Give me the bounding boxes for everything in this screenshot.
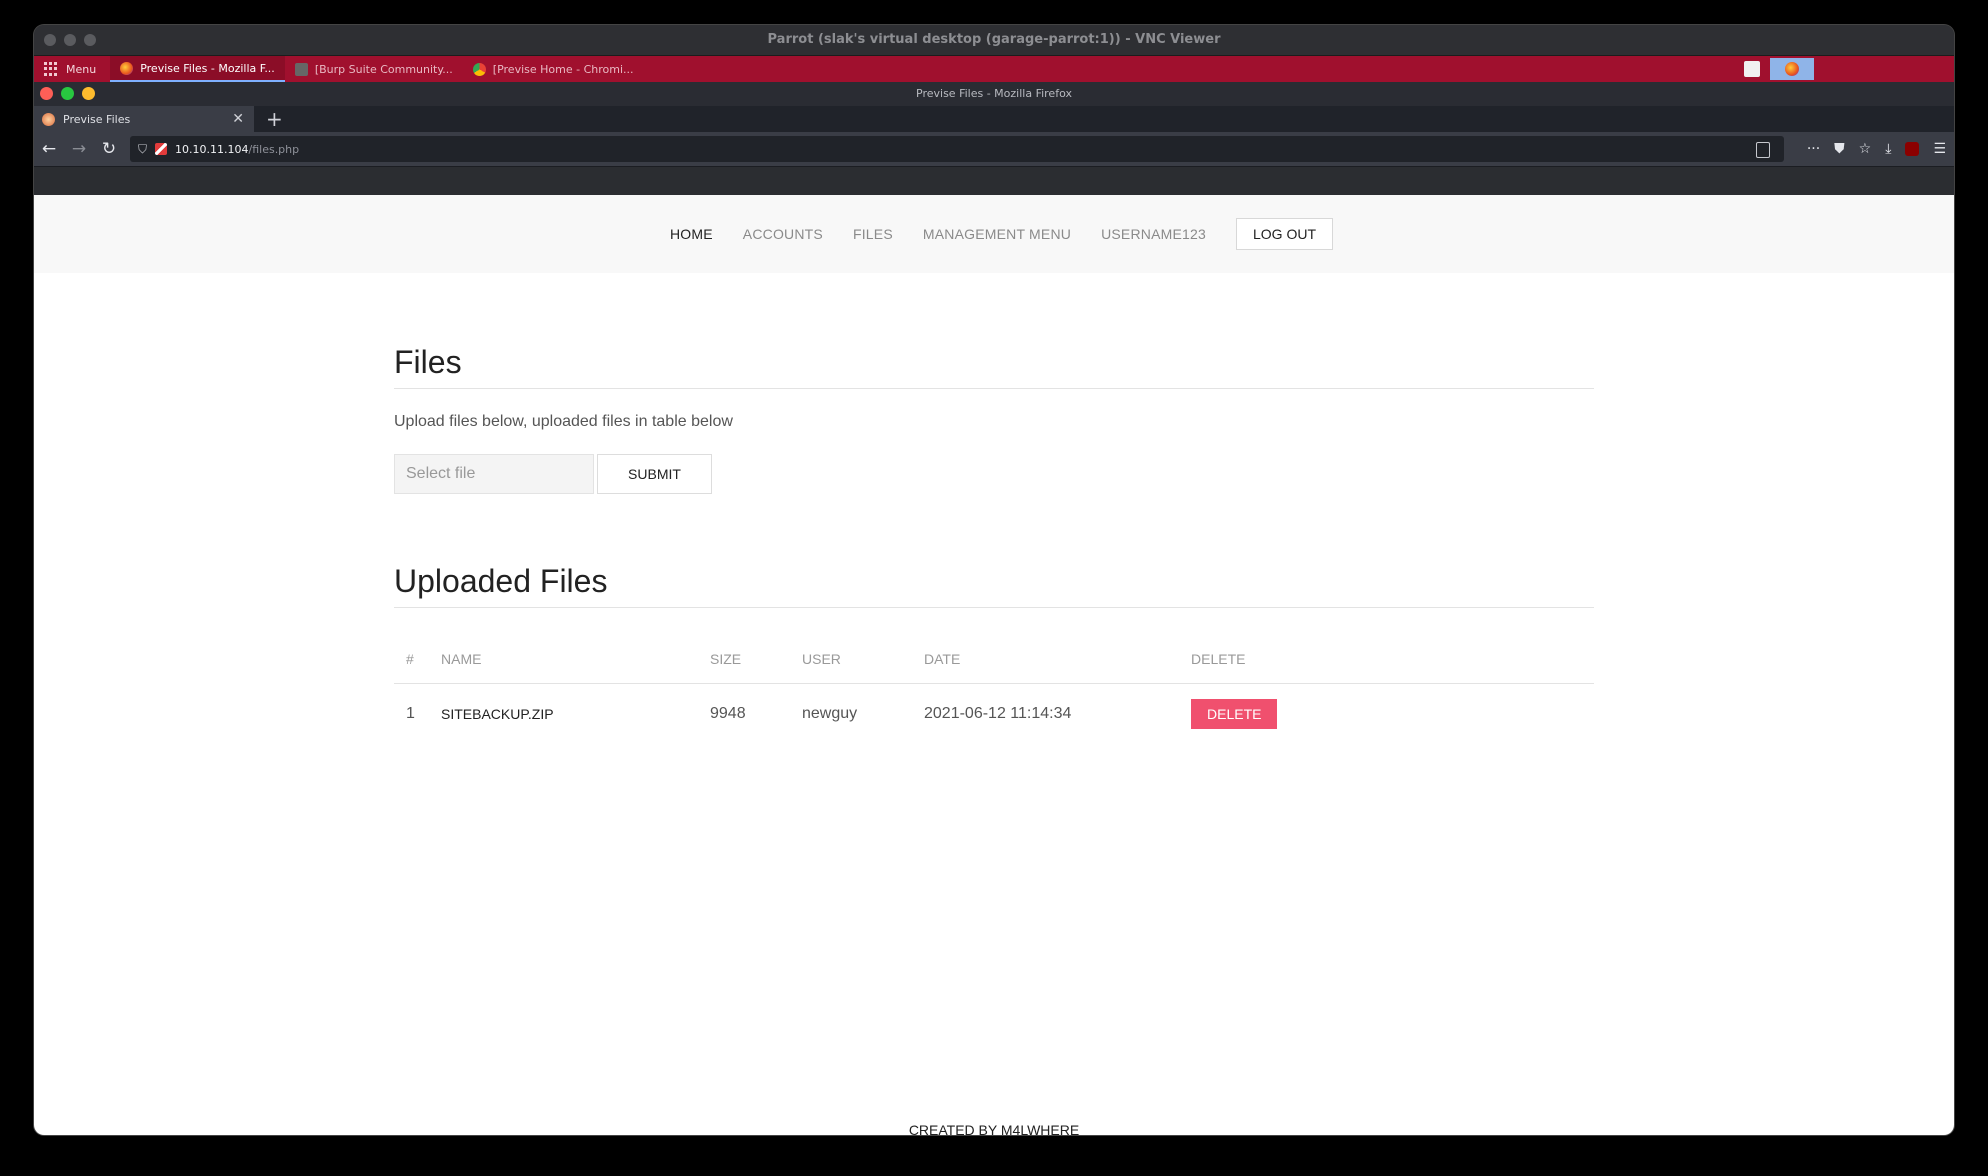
nav-accounts[interactable]: ACCOUNTS xyxy=(728,226,838,242)
burp-icon xyxy=(294,62,308,76)
parrot-taskbar: Menu Previse Files - Mozilla F... [Burp … xyxy=(34,56,1954,82)
system-tray xyxy=(1744,56,1814,82)
table-row: 1 SITEBACKUP.ZIP 9948 newguy 2021-06-12 … xyxy=(394,684,1594,745)
firefox-icon xyxy=(1785,62,1799,76)
tray-app-icon[interactable] xyxy=(1744,61,1760,77)
logout-button[interactable]: LOG OUT xyxy=(1235,218,1333,250)
shield-icon[interactable]: ⛉ xyxy=(138,142,147,157)
nav-home[interactable]: HOME xyxy=(655,226,728,242)
pocket-icon[interactable]: ⛊ xyxy=(1834,141,1845,157)
panel-menu-label: Menu xyxy=(66,62,97,76)
nav-username[interactable]: USERNAME123 xyxy=(1086,226,1221,242)
reload-icon[interactable]: ↻ xyxy=(94,139,124,159)
divider xyxy=(394,607,1594,608)
firefox-titlebar: Previse Files - Mozilla Firefox xyxy=(34,82,1954,106)
url-bar[interactable]: ⛉ 10.10.11.104/files.php xyxy=(130,136,1784,162)
apps-grid-icon xyxy=(44,62,58,76)
taskbar-item-burp[interactable]: [Burp Suite Community... xyxy=(285,56,463,82)
ublock-icon[interactable] xyxy=(1905,142,1920,156)
upload-description: Upload files below, uploaded files in ta… xyxy=(394,413,733,430)
more-actions-icon[interactable]: ··· xyxy=(1807,141,1820,157)
url-host: 10.10.11.104 xyxy=(175,142,249,156)
page-footer: CREATED BY M4LWHERE xyxy=(908,1122,1080,1135)
toolbar-actions: ··· ⛊ ☆ ⤓ ☰ xyxy=(1807,132,1946,166)
bookmark-star-icon[interactable]: ☆ xyxy=(1859,141,1872,157)
tray-firefox-button[interactable] xyxy=(1770,58,1814,80)
new-tab-button[interactable]: + xyxy=(254,106,295,132)
download-icon[interactable]: ⤓ xyxy=(1885,141,1891,157)
column-header-size: SIZE xyxy=(698,635,790,684)
submit-button[interactable]: SUBMIT xyxy=(597,454,712,494)
tab-previse-files[interactable]: Previse Files ✕ xyxy=(34,106,254,132)
web-page: HOME ACCOUNTS FILES MANAGEMENT MENU USER… xyxy=(34,195,1954,1135)
site-favicon-icon xyxy=(42,112,55,126)
taskbar-item-chromium[interactable]: [Previse Home - Chromi... xyxy=(463,56,644,82)
table-header-row: # NAME SIZE USER DATE DELETE xyxy=(394,635,1594,684)
reader-view-icon[interactable] xyxy=(1756,142,1770,158)
firefox-tab-bar: Previse Files ✕ + xyxy=(34,106,1954,132)
taskbar-item-label: [Previse Home - Chromi... xyxy=(492,62,634,76)
hamburger-menu-icon[interactable]: ☰ xyxy=(1933,141,1946,157)
nav-management-menu[interactable]: MANAGEMENT MENU xyxy=(908,226,1086,242)
column-header-number: # xyxy=(394,635,429,684)
file-select-input[interactable]: Select file xyxy=(394,454,594,494)
close-icon[interactable]: ✕ xyxy=(232,111,244,127)
file-number: 1 xyxy=(406,705,415,722)
uploaded-files-heading: Uploaded Files xyxy=(394,563,608,599)
file-name-link[interactable]: SITEBACKUP.ZIP xyxy=(429,684,698,745)
file-date: 2021-06-12 11:14:34 xyxy=(924,705,1072,722)
taskbar-item-firefox[interactable]: Previse Files - Mozilla F... xyxy=(110,56,285,82)
file-delete-cell: DELETE xyxy=(1179,684,1594,745)
forward-arrow-icon[interactable]: → xyxy=(64,139,94,159)
vnc-title: Parrot (slak's virtual desktop (garage-p… xyxy=(767,32,1221,47)
tab-title: Previse Files xyxy=(63,112,131,126)
column-header-name: NAME xyxy=(429,635,698,684)
file-size: 9948 xyxy=(710,705,746,722)
firefox-icon xyxy=(120,61,134,75)
panel-menu-button[interactable]: Menu xyxy=(34,56,110,82)
vnc-viewer-window: Parrot (slak's virtual desktop (garage-p… xyxy=(34,25,1954,1135)
firefox-window-title: Previse Files - Mozilla Firefox xyxy=(916,87,1072,100)
nav-files[interactable]: FILES xyxy=(838,226,908,242)
uploaded-files-table: # NAME SIZE USER DATE DELETE 1 SITEBACKU… xyxy=(394,635,1594,744)
site-navbar: HOME ACCOUNTS FILES MANAGEMENT MENU USER… xyxy=(34,195,1954,273)
chromium-icon xyxy=(472,62,486,76)
taskbar-item-label: [Burp Suite Community... xyxy=(314,62,453,76)
url-path: /files.php xyxy=(248,142,300,156)
file-user: newguy xyxy=(802,705,858,722)
column-header-delete: DELETE xyxy=(1179,635,1594,684)
column-header-date: DATE xyxy=(912,635,1179,684)
taskbar-item-label: Previse Files - Mozilla F... xyxy=(140,61,275,75)
divider xyxy=(394,388,1594,389)
delete-button[interactable]: DELETE xyxy=(1191,699,1278,729)
insecure-lock-icon[interactable] xyxy=(155,143,168,155)
column-header-user: USER xyxy=(790,635,912,684)
page-title: Files xyxy=(394,344,462,380)
back-arrow-icon[interactable]: ← xyxy=(34,139,64,159)
firefox-navbar: ← → ↻ ⛉ 10.10.11.104/files.php ··· ⛊ ☆ ⤓… xyxy=(34,132,1954,167)
vnc-titlebar: Parrot (slak's virtual desktop (garage-p… xyxy=(34,25,1954,56)
